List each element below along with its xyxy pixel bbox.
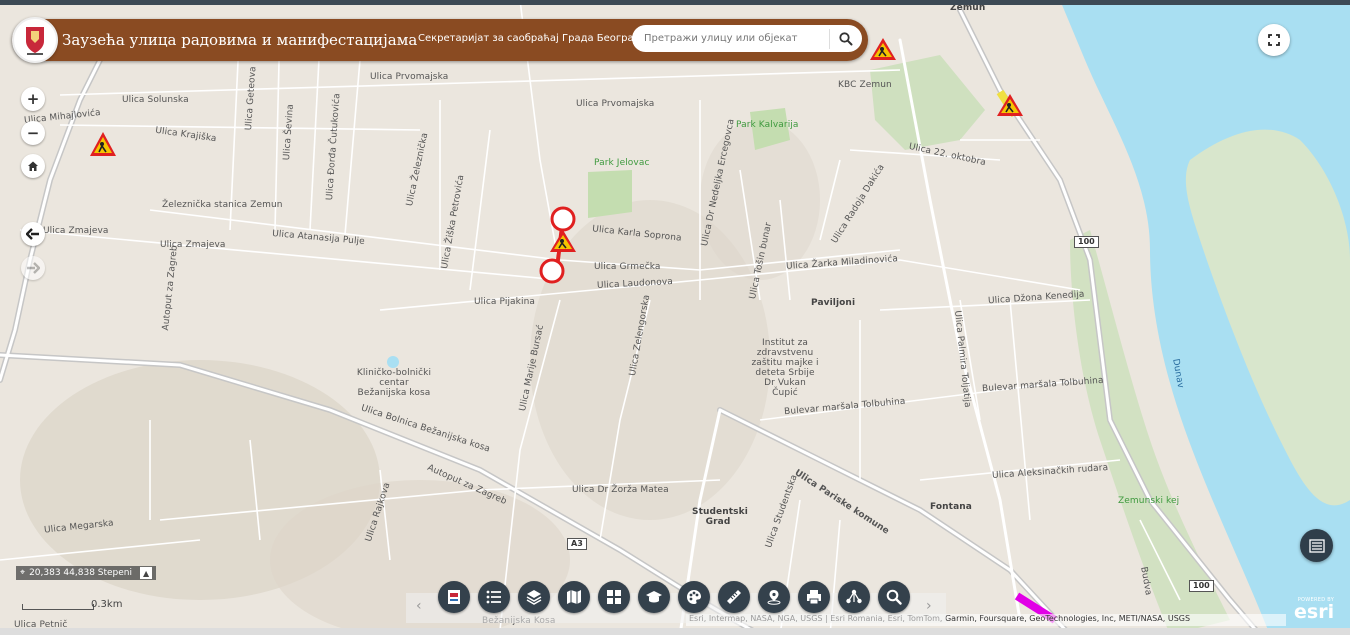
- map-poi-label: Institut za zdravstvenu zaštitu majke i …: [751, 338, 819, 398]
- closure-marker[interactable]: [549, 205, 577, 233]
- search-input[interactable]: [644, 33, 830, 44]
- about-button[interactable]: [638, 581, 670, 613]
- basemap-icon: [567, 590, 581, 604]
- search-button[interactable]: [830, 25, 862, 52]
- layers-icon: [526, 590, 542, 605]
- share-button[interactable]: [838, 581, 870, 613]
- home-button[interactable]: [21, 154, 45, 178]
- zoom-in-button[interactable]: +: [21, 87, 45, 111]
- legend-icon: [448, 590, 460, 604]
- education-icon: [646, 591, 662, 603]
- road-shield: 100: [1189, 580, 1214, 592]
- palette-icon: [687, 590, 701, 604]
- esri-logo[interactable]: POWERED BY esri: [1294, 597, 1335, 623]
- legend-button[interactable]: [438, 581, 470, 613]
- list-icon: [1308, 538, 1325, 553]
- measure-button[interactable]: [718, 581, 750, 613]
- bottom-toolbar: ‹ ›: [406, 578, 946, 635]
- location-icon: [767, 590, 781, 605]
- map-park-label: Park Kalvarija: [736, 120, 799, 130]
- list-icon: [486, 590, 501, 604]
- city-logo[interactable]: [12, 17, 58, 63]
- share-icon: [846, 589, 862, 604]
- esri-name: esri: [1294, 601, 1335, 623]
- fullscreen-icon: [1268, 34, 1280, 46]
- app-title: Заузећа улица радовима и манифестацијама: [62, 31, 418, 49]
- print-icon: [807, 590, 821, 605]
- top-border: [0, 0, 1350, 5]
- map-district-label: Fontana: [930, 502, 972, 512]
- measure-icon: [727, 590, 741, 604]
- style-button[interactable]: [678, 581, 710, 613]
- basemap: [0, 0, 1350, 635]
- search-box: [632, 25, 862, 52]
- map-park-label: Zemunski kej: [1118, 496, 1180, 506]
- map-poi-label: KBC Zemun: [838, 80, 892, 90]
- map-district-label: Paviljoni: [811, 298, 856, 308]
- map-park-label: Park Jelovac: [594, 158, 650, 168]
- coordinates-text: 20,383 44,838 Stepeni: [29, 568, 133, 578]
- search-tool-button[interactable]: [878, 581, 910, 613]
- map-label: Ulica Prvomajska: [576, 99, 655, 109]
- map-district-label: Studentski Grad: [692, 507, 748, 527]
- fullscreen-button[interactable]: [1258, 24, 1290, 56]
- closure-marker[interactable]: [538, 257, 566, 285]
- chevron-up-icon[interactable]: ▲: [140, 567, 153, 579]
- grid-icon: [607, 590, 621, 604]
- map-label: Ulica Grmečka: [594, 262, 661, 272]
- toolbar-next-button[interactable]: ›: [926, 598, 932, 614]
- scale-bar: [22, 604, 94, 610]
- list-button[interactable]: [478, 581, 510, 613]
- home-icon: [28, 161, 38, 171]
- print-button[interactable]: [798, 581, 830, 613]
- map-label: Ulica Zmajeva: [43, 226, 109, 236]
- layer-list-button[interactable]: [1300, 529, 1333, 562]
- coat-of-arms-icon: [26, 27, 44, 55]
- basemap-button[interactable]: [558, 581, 590, 613]
- coordinates-widget[interactable]: ⌖ 20,383 44,838 Stepeni ▲: [16, 566, 157, 580]
- forward-button[interactable]: [21, 256, 45, 280]
- map-view[interactable]: Ulica Solunska Ulica Krajiška Ulica Miha…: [0, 0, 1350, 635]
- scale-label: 0.3km: [91, 599, 123, 610]
- location-button[interactable]: [758, 581, 790, 613]
- app-subtitle: Секретаријат за саобраћај Града Београда: [418, 33, 647, 44]
- map-label: Ulica Pijakina: [474, 297, 535, 307]
- layers-button[interactable]: [518, 581, 550, 613]
- roadwork-marker[interactable]: [995, 92, 1025, 118]
- zoom-out-button[interactable]: −: [21, 121, 45, 145]
- arrow-left-icon: [26, 228, 39, 240]
- crosshair-icon: ⌖: [20, 568, 26, 578]
- roadwork-marker[interactable]: [88, 130, 118, 158]
- map-label: Ulica Dr Žorža Mateа: [572, 485, 669, 495]
- road-shield: 100: [1074, 236, 1099, 248]
- roadwork-marker[interactable]: [868, 36, 898, 62]
- toolbar-prev-button[interactable]: ‹: [416, 598, 422, 614]
- grid-button[interactable]: [598, 581, 630, 613]
- search-icon: [886, 589, 902, 605]
- back-button[interactable]: [21, 222, 45, 246]
- map-label: Ulica Solunska: [122, 95, 189, 105]
- map-label: Ulica Prvomajska: [370, 72, 449, 82]
- arrow-right-icon: [27, 262, 40, 274]
- map-poi-label: Kliničko-bolnički centar Bežanijska kosa: [356, 368, 432, 398]
- search-icon: [839, 31, 853, 45]
- road-shield: A3: [567, 538, 587, 550]
- map-poi-label: Železnička stanica Zemun: [162, 200, 283, 210]
